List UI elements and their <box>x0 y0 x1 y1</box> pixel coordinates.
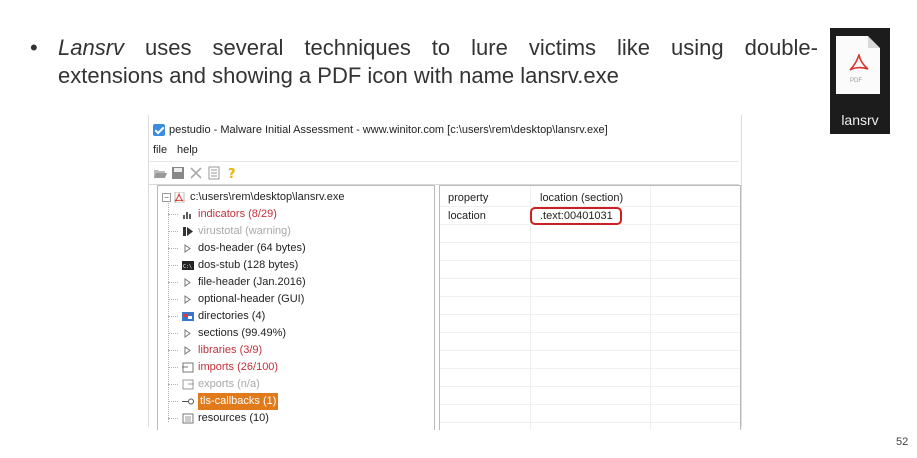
tree-item-label: exports (n/a) <box>198 378 260 390</box>
page-fold <box>868 36 880 48</box>
import-icon <box>182 362 194 373</box>
svg-text:C:\: C:\ <box>183 264 192 270</box>
pdf-document-icon: PDF <box>836 36 880 94</box>
tree-item-label: dos-stub (128 bytes) <box>198 259 299 271</box>
tree-item-label: virustotal (warning) <box>198 225 291 237</box>
key-icon <box>182 398 194 405</box>
triangle-icon <box>184 244 191 253</box>
bullet-italic-term: Lansrv <box>58 35 125 60</box>
bullet-line-2: extensions and showing a PDF icon with n… <box>58 63 619 88</box>
bullet-line-1-rest: uses several techniques to lure victims … <box>124 35 818 60</box>
open-icon[interactable] <box>153 166 167 180</box>
bullet-symbol: • <box>30 35 38 60</box>
properties-panel: property location (section) location .te… <box>439 185 741 430</box>
directory-icon <box>182 312 194 321</box>
toolbar: ? <box>149 161 739 185</box>
list-icon[interactable] <box>207 166 221 180</box>
bullet-text: Lansrv uses several techniques to lure v… <box>58 34 818 90</box>
tree-item-label: dos-header (64 bytes) <box>198 242 306 254</box>
pdf-file-icon <box>174 192 185 203</box>
page-number: 52 <box>896 436 909 448</box>
title-bar: pestudio - Malware Initial Assessment - … <box>149 121 739 139</box>
export-icon <box>182 379 194 390</box>
property-name-cell[interactable]: location <box>448 208 486 225</box>
window-title: pestudio - Malware Initial Assessment - … <box>169 124 608 136</box>
triangle-icon <box>184 278 191 287</box>
tree-item-label: file-header (Jan.2016) <box>198 276 306 288</box>
tree-item-label: c:\users\rem\desktop\lansrv.exe <box>190 191 345 203</box>
menu-file[interactable]: file <box>153 141 167 159</box>
bar-chart-icon <box>183 212 191 219</box>
svg-text:?: ? <box>228 167 236 180</box>
pdf-file-icon-tile: PDF lansrv <box>830 28 890 134</box>
acrobat-icon <box>849 54 869 71</box>
help-icon[interactable]: ? <box>225 166 239 180</box>
play-arrow-icon <box>183 227 193 236</box>
pdf-file-name: lansrv <box>841 112 879 128</box>
tree-item-label: imports (26/100) <box>198 361 279 373</box>
tree-item-label: indicators (8/29) <box>198 208 277 220</box>
pdf-small-label: PDF <box>850 78 862 84</box>
app-check-icon <box>153 124 165 136</box>
column-header-property[interactable]: property <box>448 190 488 207</box>
tree-item-label: libraries (3/9) <box>198 344 263 356</box>
pestudio-window: pestudio - Malware Initial Assessment - … <box>148 115 742 430</box>
tree-item-label: optional-header (GUI) <box>198 293 305 305</box>
save-icon[interactable] <box>171 166 185 180</box>
tree-collapse-icon[interactable]: − <box>162 193 171 202</box>
bullet-line-1: Lansrv uses several techniques to lure v… <box>58 34 818 62</box>
tree-item-label: resources (10) <box>198 412 269 424</box>
resource-icon <box>182 413 194 424</box>
highlight-box <box>530 207 622 225</box>
tree-item-label: sections (99.49%) <box>198 327 287 339</box>
console-icon: C:\ <box>182 261 194 270</box>
triangle-icon <box>184 346 191 355</box>
tree-item-label: directories (4) <box>198 310 266 322</box>
menu-help[interactable]: help <box>177 141 198 159</box>
column-header-location[interactable]: location (section) <box>540 190 623 207</box>
close-icon[interactable] <box>189 166 203 180</box>
triangle-icon <box>184 329 191 338</box>
tree-panel: − c:\users\rem\desktop\lansrv.exe indicato… <box>157 185 435 430</box>
triangle-icon <box>184 295 191 304</box>
tree-item-label: tls-callbacks (1) <box>198 393 279 410</box>
